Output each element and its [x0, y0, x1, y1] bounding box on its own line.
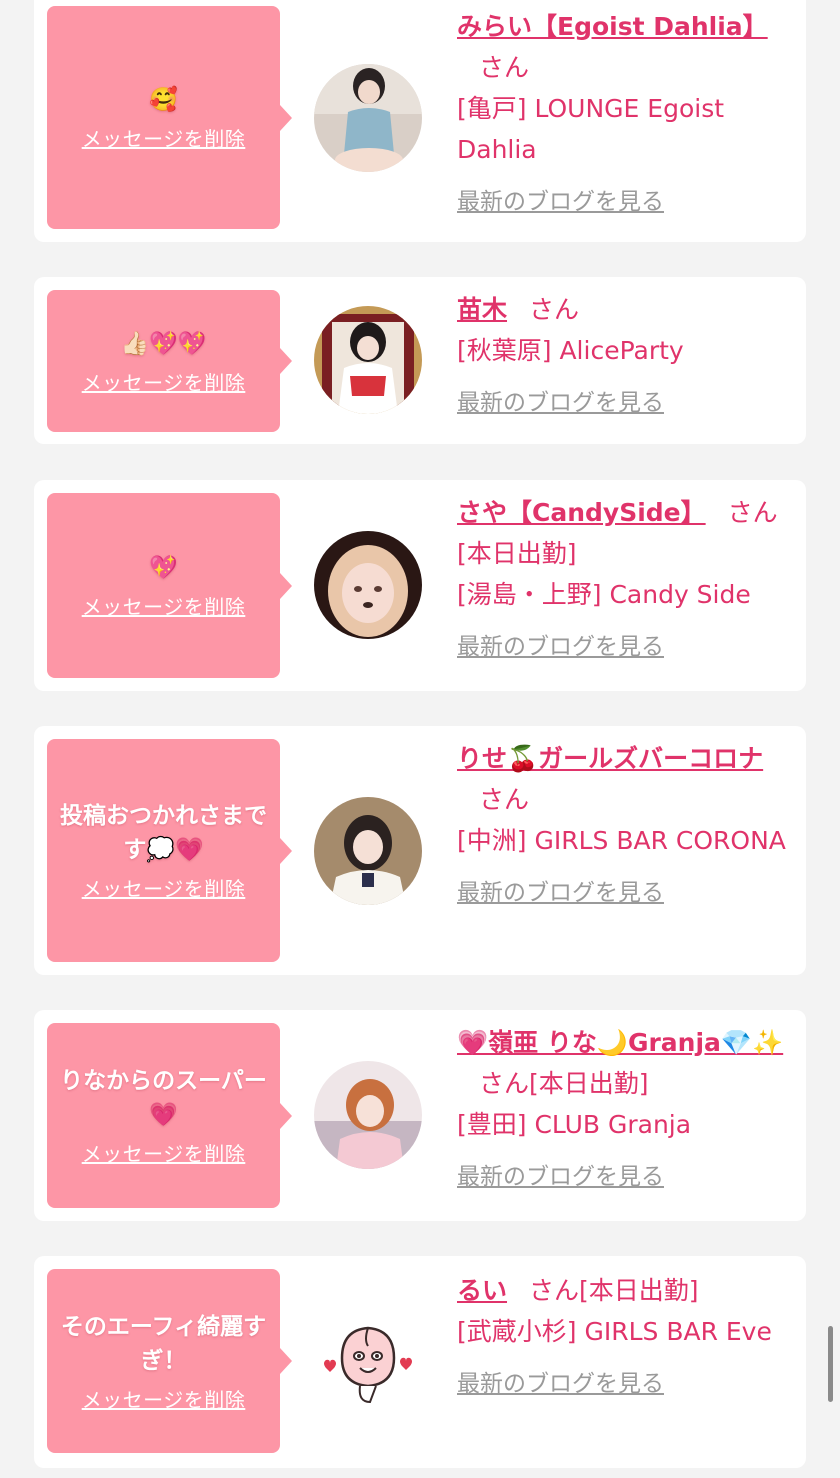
delete-message-link[interactable]: メッセージを削除: [82, 873, 246, 902]
cast-avatar[interactable]: [314, 64, 422, 172]
latest-blog-link[interactable]: 最新のブログを見る: [457, 873, 664, 914]
scrollbar[interactable]: [828, 1326, 833, 1402]
cast-avatar[interactable]: [314, 306, 422, 414]
shop-name: [亀戸] LOUNGE Egoist Dahlia: [457, 94, 725, 164]
honorific: さん: [529, 1276, 580, 1305]
message-bubble: そのエーフィ綺麗すぎ！ メッセージを削除: [47, 1269, 292, 1453]
latest-blog-link[interactable]: 最新のブログを見る: [457, 1157, 664, 1198]
latest-blog-link[interactable]: 最新のブログを見る: [457, 627, 664, 668]
shop-name: [武蔵小杉] GIRLS BAR Eve: [457, 1317, 772, 1346]
cast-name-link[interactable]: りせ🍒ガールズバーコロナ: [457, 744, 763, 773]
message-card: 投稿おつかれさまです💭💗 メッセージを削除 りせ🍒ガールズバーコロナさん [中洲…: [34, 726, 806, 975]
peach-character-avatar-icon: [314, 1306, 422, 1414]
attendance-tag: [本日出勤]: [529, 1069, 649, 1098]
cast-info: みらい【Egoist Dahlia】さん [亀戸] LOUNGE Egoist …: [457, 6, 792, 223]
avatar-photo-icon: [314, 64, 422, 172]
cast-name-link[interactable]: みらい【Egoist Dahlia】: [457, 12, 768, 41]
message-card: 🥰 メッセージを削除 みらい【Egoist Dahlia】さん [亀戸] LOU…: [34, 0, 806, 242]
message-text: 👍🏻💖💖: [120, 330, 207, 357]
message-text: りなからのスーパー💗: [60, 1068, 267, 1128]
cast-name-link[interactable]: るい: [457, 1276, 507, 1305]
cast-avatar[interactable]: [314, 797, 422, 905]
delete-message-link[interactable]: メッセージを削除: [82, 1384, 246, 1413]
avatar-photo-icon: [314, 306, 422, 414]
delete-message-link[interactable]: メッセージを削除: [82, 1138, 246, 1167]
delete-message-link[interactable]: メッセージを削除: [82, 591, 246, 620]
message-card: 💖 メッセージを削除 さや【CandySide】 さん [本日出勤] [湯島・上野…: [34, 480, 806, 691]
shop-name: [豊田] CLUB Granja: [457, 1110, 692, 1139]
message-bubble: りなからのスーパー💗 メッセージを削除: [47, 1023, 292, 1208]
honorific: さん: [479, 785, 530, 814]
cast-avatar[interactable]: [314, 1061, 422, 1169]
cast-name-link[interactable]: 苗木: [457, 295, 507, 324]
message-text: 投稿おつかれさまです💭💗: [60, 803, 267, 863]
attendance-tag: [本日出勤]: [579, 1276, 699, 1305]
cast-info: さや【CandySide】 さん [本日出勤] [湯島・上野] Candy Sid…: [457, 492, 792, 668]
delete-message-link[interactable]: メッセージを削除: [82, 367, 246, 396]
cast-info: るい さん[本日出勤] [武蔵小杉] GIRLS BAR Eve 最新のブログを見…: [457, 1270, 792, 1405]
message-card: 👍🏻💖💖 メッセージを削除 苗木 さん [秋葉原] AliceParty 最新のブ…: [34, 277, 806, 444]
cast-info: 苗木 さん [秋葉原] AliceParty 最新のブログを見る: [457, 289, 792, 424]
honorific: さん: [727, 498, 778, 527]
avatar-photo-icon: [314, 531, 422, 639]
cast-name-link[interactable]: 💗嶺亜 りな🌙Granja💎✨: [457, 1028, 783, 1057]
latest-blog-link[interactable]: 最新のブログを見る: [457, 383, 664, 424]
message-text: そのエーフィ綺麗すぎ！: [60, 1313, 267, 1374]
honorific: さん: [479, 53, 530, 82]
shop-name: [中洲] GIRLS BAR CORONA: [457, 826, 786, 855]
message-text: 💖: [149, 555, 178, 581]
message-text: 🥰: [149, 87, 178, 113]
cast-name-link[interactable]: さや【CandySide】: [457, 498, 706, 527]
cast-info: 💗嶺亜 りな🌙Granja💎✨ さん[本日出勤] [豊田] CLUB Granja…: [457, 1022, 792, 1198]
cast-avatar[interactable]: [314, 1306, 422, 1414]
honorific: さん: [529, 295, 580, 324]
avatar-photo-icon: [314, 797, 422, 905]
attendance-tag: [本日出勤]: [457, 539, 577, 568]
message-bubble: 👍🏻💖💖 メッセージを削除: [47, 290, 292, 432]
cast-avatar[interactable]: [314, 531, 422, 639]
honorific: さん: [479, 1069, 530, 1098]
latest-blog-link[interactable]: 最新のブログを見る: [457, 182, 664, 223]
delete-message-link[interactable]: メッセージを削除: [82, 123, 246, 152]
avatar-photo-icon: [314, 1061, 422, 1169]
shop-name: [湯島・上野] Candy Side: [457, 580, 751, 609]
latest-blog-link[interactable]: 最新のブログを見る: [457, 1364, 664, 1405]
message-card: りなからのスーパー💗 メッセージを削除 💗嶺亜 りな🌙Granja💎✨ さん[本日…: [34, 1010, 806, 1221]
message-card: そのエーフィ綺麗すぎ！ メッセージを削除 るい さん[本日出勤] [武蔵小杉] G…: [34, 1256, 806, 1468]
message-bubble: 💖 メッセージを削除: [47, 493, 292, 678]
message-bubble: 🥰 メッセージを削除: [47, 6, 292, 229]
cast-info: りせ🍒ガールズバーコロナさん [中洲] GIRLS BAR CORONA 最新の…: [457, 738, 792, 914]
shop-name: [秋葉原] AliceParty: [457, 336, 684, 365]
message-bubble: 投稿おつかれさまです💭💗 メッセージを削除: [47, 739, 292, 962]
